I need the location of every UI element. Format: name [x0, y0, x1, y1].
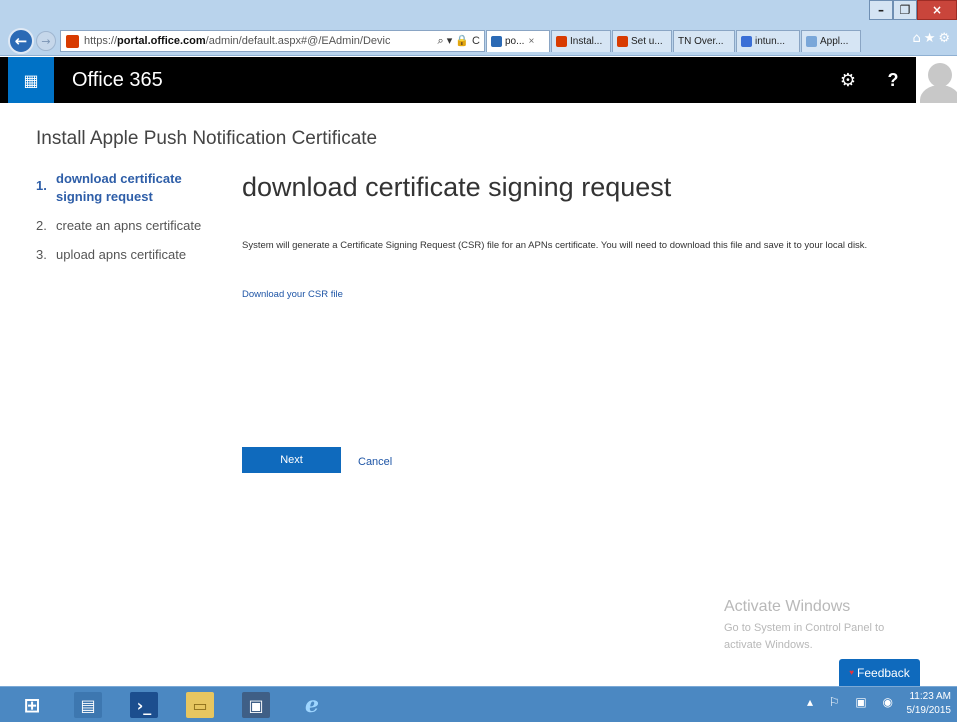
tab-strip: po... × Instal... Set u... TN Over... in… — [486, 30, 862, 52]
tab-install[interactable]: Instal... — [551, 30, 611, 52]
ie-page-icon — [806, 36, 817, 47]
internet-explorer-icon: ℯ — [305, 692, 319, 718]
brand-title[interactable]: Office 365 — [72, 69, 163, 92]
watermark-line: activate Windows. — [724, 639, 813, 651]
back-arrow-icon: ← — [14, 32, 28, 50]
section-heading: download certificate signing request — [242, 172, 672, 202]
tab-label: po... — [505, 36, 525, 47]
feedback-label: Feedback — [857, 665, 910, 680]
taskbar-powershell[interactable]: ›_ — [118, 689, 170, 721]
page-title: Install Apple Push Notification Certific… — [36, 128, 378, 149]
taskbar-internet-explorer[interactable]: ℯ — [286, 689, 338, 721]
next-button[interactable]: Next — [242, 447, 341, 473]
step-label: create an apns certificate — [56, 218, 202, 233]
watermark-line: Go to System in Control Panel to — [724, 622, 885, 634]
step-create-apns[interactable]: 2. create an apns certificate — [36, 217, 226, 235]
app-window-icon: ▣ — [242, 692, 270, 718]
back-button[interactable]: ← — [8, 28, 34, 54]
minimize-button[interactable]: – — [869, 0, 893, 20]
avatar[interactable] — [916, 57, 957, 103]
address-tools-icons[interactable]: ⌕ ▾ 🔒 C — [434, 34, 485, 48]
step-download-csr[interactable]: 1. download certificate signing request — [36, 170, 226, 206]
server-manager-icon: ▤ — [74, 692, 102, 718]
activate-windows-watermark: Activate Windows Go to System in Control… — [724, 598, 884, 654]
step-label: upload apns certificate — [56, 247, 187, 262]
start-button[interactable]: ⊞ — [6, 689, 58, 721]
powershell-icon: ›_ — [130, 692, 158, 718]
help-button[interactable]: ? — [870, 57, 916, 103]
step-number: 1. — [36, 178, 47, 193]
close-window-button[interactable]: × — [917, 0, 957, 20]
wizard-steps: 1. download certificate signing request … — [36, 170, 226, 275]
tab-setup[interactable]: Set u... — [612, 30, 672, 52]
office-icon — [617, 36, 628, 47]
tab-tn-overview[interactable]: TN Over... — [673, 30, 735, 52]
address-bar[interactable]: https://portal.office.com/admin/default.… — [60, 30, 485, 52]
browser-toolbar-icons[interactable]: ⌂★⚙ — [912, 31, 953, 46]
settings-button[interactable]: ⚙ — [826, 57, 870, 103]
clock-time: 11:23 AM — [909, 691, 951, 702]
forward-arrow-icon: → — [41, 34, 51, 48]
taskbar-file-explorer[interactable]: ▭ — [174, 689, 226, 721]
address-url: https://portal.office.com/admin/default.… — [84, 35, 391, 47]
tab-label: intun... — [755, 36, 786, 47]
search-engine-icon — [741, 36, 752, 47]
tab-label: Set u... — [631, 36, 663, 47]
tab-apple[interactable]: Appl... — [801, 30, 861, 52]
tab-intune[interactable]: intun... — [736, 30, 800, 52]
taskbar-server-manager[interactable]: ▤ — [62, 689, 114, 721]
windows-logo-icon: ⊞ — [23, 693, 41, 717]
office-site-icon — [66, 34, 79, 48]
tab-label: Instal... — [570, 36, 603, 47]
app-launcher-button[interactable]: ▦ — [8, 57, 54, 103]
browser-chrome: – ❐ × ← → https://portal.office.com/admi… — [0, 0, 957, 56]
tab-label: Appl... — [820, 36, 849, 47]
window-controls: – ❐ × — [869, 0, 957, 22]
heart-icon: ♥ — [849, 668, 855, 677]
forward-button[interactable]: → — [36, 31, 56, 51]
office-icon — [491, 36, 502, 47]
step-number: 3. — [36, 247, 47, 262]
step-label: download certificate signing request — [56, 171, 182, 204]
step-number: 2. — [36, 218, 47, 233]
taskbar-app[interactable]: ▣ — [230, 689, 282, 721]
folder-icon: ▭ — [186, 692, 214, 718]
watermark-title: Activate Windows — [724, 598, 851, 615]
tab-close-icon[interactable]: × — [528, 36, 534, 47]
tab-portal[interactable]: po... × — [486, 30, 550, 52]
gear-icon: ⚙ — [839, 69, 857, 91]
taskbar-clock[interactable]: 11:23 AM 5/19/2015 — [907, 690, 952, 718]
clock-date: 5/19/2015 — [906, 705, 952, 716]
feedback-button[interactable]: ♥ Feedback — [839, 659, 920, 686]
system-tray-icons[interactable]: ▴ ⚐ ▣ ◉ — [807, 695, 899, 709]
app-launcher-icon: ▦ — [23, 70, 39, 90]
step-upload-apns[interactable]: 3. upload apns certificate — [36, 246, 226, 264]
tab-label: TN Over... — [678, 36, 724, 47]
cancel-link[interactable]: Cancel — [358, 456, 392, 468]
office-header: ▦ Office 365 ⚙ ? — [0, 57, 957, 103]
windows-taskbar: ⊞ ▤ ›_ ▭ ▣ ℯ ▴ ⚐ ▣ ◉ 11:23 AM 5/19/2015 — [0, 686, 957, 722]
download-csr-link[interactable]: Download your CSR file — [242, 289, 343, 300]
office-icon — [556, 36, 567, 47]
section-description: System will generate a Certificate Signi… — [242, 240, 868, 251]
help-icon: ? — [887, 69, 899, 90]
restore-button[interactable]: ❐ — [893, 0, 917, 20]
